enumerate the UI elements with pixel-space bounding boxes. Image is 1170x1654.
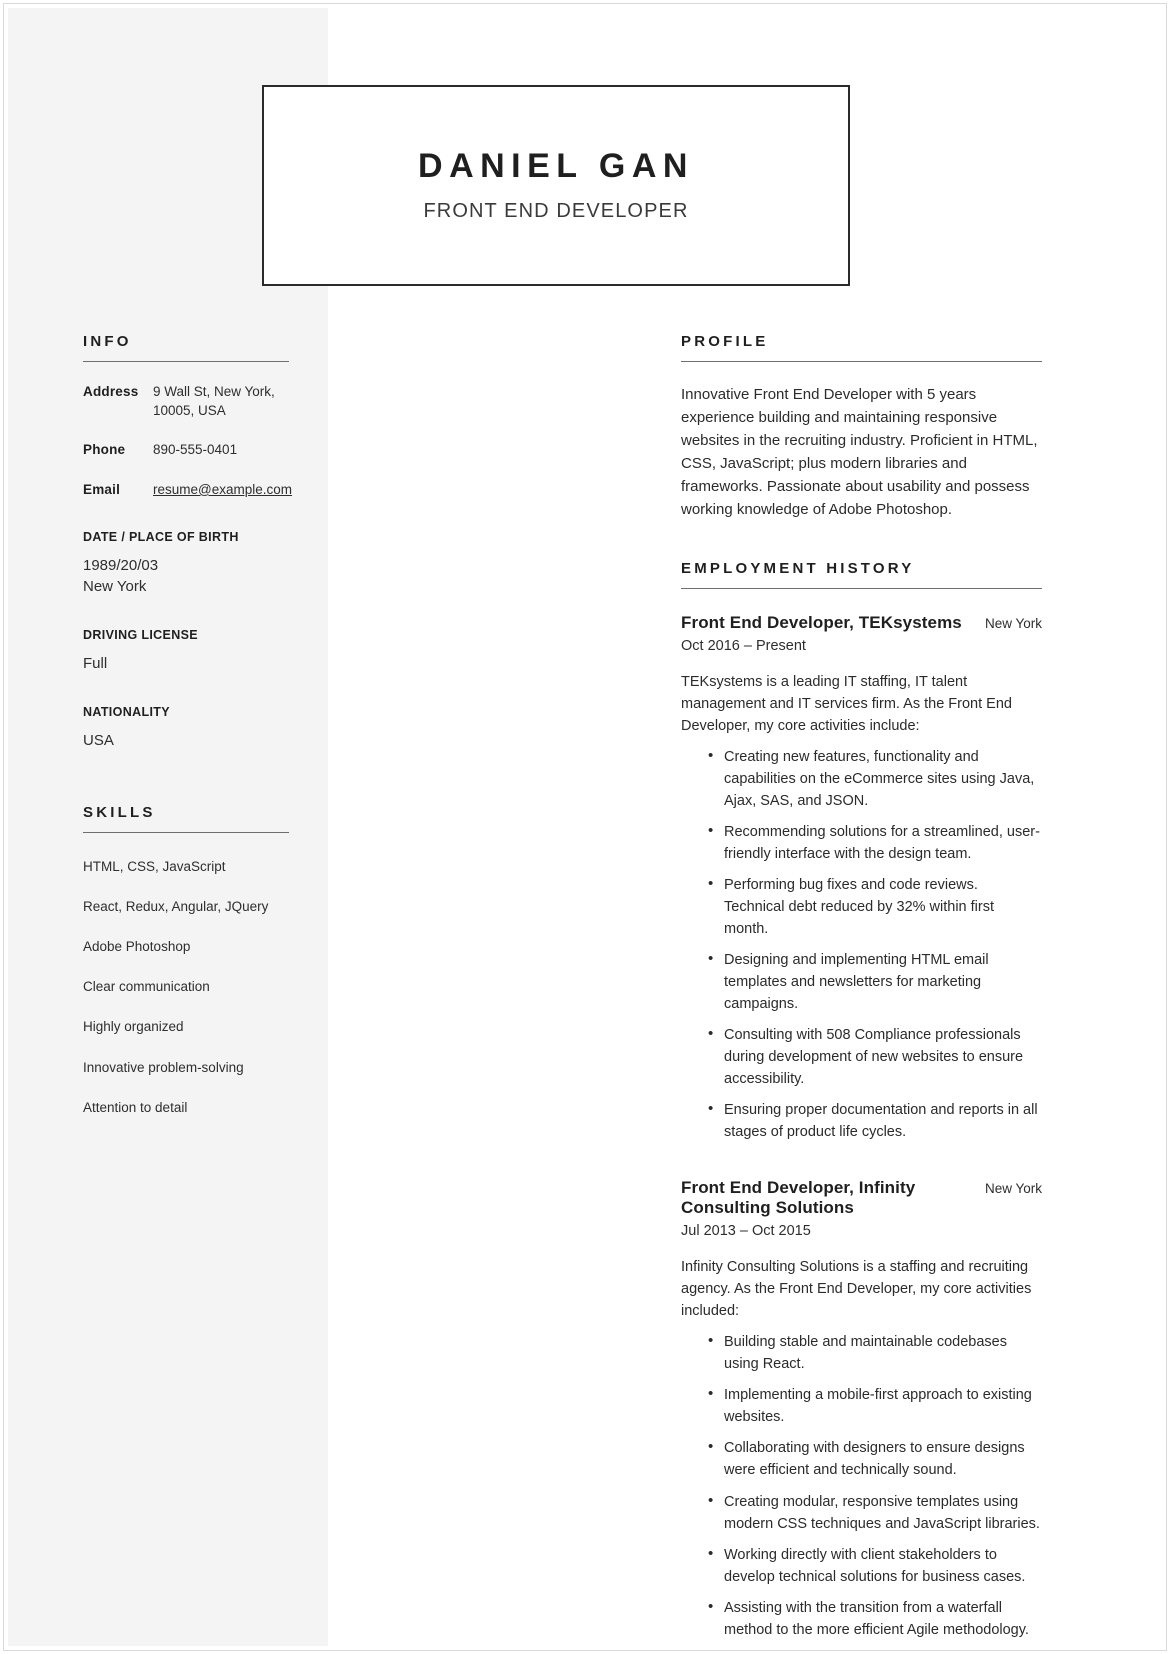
skills-divider: [83, 831, 289, 833]
nationality-heading: NATIONALITY: [83, 704, 170, 719]
skill-item: Attention to detail: [83, 1099, 188, 1115]
profile-divider: [681, 361, 1042, 362]
employment-heading: EMPLOYMENT HISTORY: [681, 559, 915, 577]
job-topline: Front End Developer, TEKsystems New York: [681, 613, 1042, 633]
employment-section: EMPLOYMENT HISTORY Front End Developer, …: [681, 560, 1042, 1654]
profile-section: PROFILE Innovative Front End Developer w…: [681, 333, 1042, 522]
resume-page: DANIEL GAN FRONT END DEVELOPER INFO Addr…: [0, 0, 1170, 1654]
employment-entry: Front End Developer, TEKsystems New York…: [681, 613, 1042, 1144]
profile-heading: PROFILE: [681, 333, 769, 350]
skill-item: Adobe Photoshop: [83, 938, 191, 954]
job-title: Front End Developer, Infinity Consulting…: [681, 1178, 916, 1218]
skills-section: SKILLS HTML, CSS, JavaScript React, Redu…: [83, 804, 292, 1118]
skill-item: Clear communication: [83, 979, 210, 995]
name-title-box: DANIEL GAN FRONT END DEVELOPER: [262, 85, 850, 286]
job-bullet: Ensuring proper documentation and report…: [708, 1098, 1042, 1143]
job-bullet: Performing bug fixes and code reviews. T…: [708, 873, 1042, 940]
job-bullet: Working directly with client stakeholder…: [708, 1543, 1042, 1588]
job-bullet: Creating new features, functionality and…: [708, 745, 1042, 812]
job-description: Infinity Consulting Solutions is a staff…: [681, 1259, 1032, 1320]
job-topline: Front End Developer, Infinity Consulting…: [681, 1178, 1042, 1218]
job-bullet: Leveraging responsive web frameworks to …: [708, 1649, 1042, 1654]
job-bullet: Assisting with the transition from a wat…: [708, 1596, 1042, 1641]
employment-divider: [681, 587, 1042, 589]
skill-item: Highly organized: [83, 1019, 184, 1035]
job-bullet: Consulting with 508 Compliance professio…: [708, 1023, 1042, 1090]
resume-body: INFO Address 9 Wall St, New York, 10005,…: [8, 300, 1162, 1654]
job-bullet: Recommending solutions for a streamlined…: [708, 820, 1042, 865]
birth-values: 1989/20/03 New York: [83, 555, 292, 599]
info-row-address: Address 9 Wall St, New York, 10005, USA: [83, 383, 292, 420]
job-location: New York: [984, 615, 1042, 631]
job-description: TEKsystems is a leading IT staffing, IT …: [681, 673, 1012, 734]
birth-place: New York: [83, 578, 147, 596]
candidate-job-title: FRONT END DEVELOPER: [423, 200, 689, 223]
email-label: Email: [83, 481, 121, 497]
main-content: PROFILE Innovative Front End Developer w…: [328, 300, 1162, 1654]
job-bullet: Implementing a mobile-first approach to …: [708, 1383, 1042, 1428]
job-title: Front End Developer, TEKsystems: [681, 612, 962, 632]
birth-heading: DATE / PLACE OF BIRTH: [83, 529, 239, 544]
profile-text: Innovative Front End Developer with 5 ye…: [681, 386, 1038, 518]
driving-license-heading: DRIVING LICENSE: [83, 628, 198, 642]
birth-date: 1989/20/03: [83, 556, 159, 574]
email-link[interactable]: resume@example.com: [153, 482, 292, 497]
job-bullet: Creating modular, responsive templates u…: [708, 1489, 1042, 1535]
phone-value: 890-555-0401: [153, 442, 238, 458]
job-dates: Oct 2016 – Present: [681, 637, 806, 654]
resume-header: DANIEL GAN FRONT END DEVELOPER: [8, 8, 1162, 300]
nationality-value: USA: [83, 731, 114, 749]
job-bullet: Building stable and maintainable codebas…: [708, 1330, 1042, 1375]
job-bullet: Collaborating with designers to ensure d…: [708, 1436, 1042, 1481]
skill-item: Innovative problem-solving: [83, 1059, 244, 1075]
candidate-name: DANIEL GAN: [418, 146, 694, 185]
job-bullet-list: Creating new features, functionality and…: [681, 745, 1042, 1144]
employment-entry: Front End Developer, Infinity Consulting…: [681, 1178, 1042, 1654]
skills-list: HTML, CSS, JavaScript React, Redux, Angu…: [83, 858, 292, 1118]
email-value-wrap: resume@example.com: [153, 481, 292, 500]
address-value: 9 Wall St, New York, 10005, USA: [153, 384, 275, 418]
phone-label: Phone: [83, 442, 126, 458]
job-bullet-list: Building stable and maintainable codebas…: [681, 1330, 1042, 1654]
job-dates: Jul 2013 – Oct 2015: [681, 1223, 811, 1240]
info-row-phone: Phone 890-555-0401: [83, 441, 292, 460]
job-bullet: Designing and implementing HTML email te…: [708, 948, 1042, 1015]
skill-item: HTML, CSS, JavaScript: [83, 858, 226, 874]
info-section: INFO Address 9 Wall St, New York, 10005,…: [83, 333, 292, 752]
job-location: New York: [984, 1181, 1042, 1197]
info-divider: [83, 361, 289, 362]
address-label: Address: [83, 384, 139, 399]
skills-heading: SKILLS: [83, 803, 156, 821]
resume-sheet: DANIEL GAN FRONT END DEVELOPER INFO Addr…: [8, 8, 1162, 1654]
info-row-email: Email resume@example.com: [83, 481, 292, 500]
info-heading: INFO: [83, 333, 132, 350]
driving-license-value: Full: [83, 655, 108, 672]
skill-item: React, Redux, Angular, JQuery: [83, 898, 269, 914]
sidebar: INFO Address 9 Wall St, New York, 10005,…: [8, 300, 328, 1646]
